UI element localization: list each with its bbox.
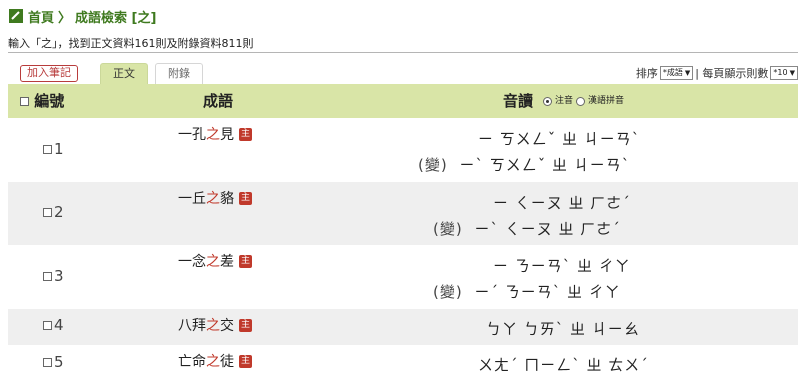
pronunciation-variant: ㄧˊ ㄋㄧㄢˋ ㄓ ㄔㄚ [474, 283, 621, 301]
row-checkbox[interactable] [43, 207, 52, 217]
row-number-value: 3 [54, 267, 64, 285]
table-header: 編號 成語 音讀 注音 漢語拼音 [8, 84, 798, 118]
idiom-post: 貉 [220, 191, 234, 207]
row-number-value: 2 [54, 203, 64, 221]
row-number-value: 4 [54, 316, 64, 334]
pinyin-radio-label: 漢語拼音 [588, 96, 625, 106]
chevron-down-icon: ▼ [789, 69, 795, 77]
pronunciation-line: ㄨㄤˊ ㄇㄧㄥˋ ㄓ ㄊㄨˊ [478, 356, 649, 374]
idiom-post: 差 [220, 254, 234, 270]
pronunciation-line: ㄅㄚ ㄅㄞˋ ㄓ ㄐㄧㄠ [486, 320, 640, 338]
idiom-entry: 一孔之見 主 [178, 124, 252, 144]
chevron-down-icon: ▼ [684, 69, 691, 77]
idiom-post: 徒 [220, 354, 234, 370]
zhuyin-radio[interactable] [543, 96, 553, 106]
table-row: 4 八拜之交 主 ㄅㄚ ㄅㄞˋ ㄓ ㄐㄧㄠ [8, 309, 798, 345]
tab-appendix[interactable]: 附錄 [155, 63, 203, 84]
idiom-link[interactable]: 一念之差 [178, 251, 234, 271]
idiom-pre: 八拜 [178, 318, 206, 334]
row-number: 1 [43, 140, 64, 158]
idiom-zhi: 之 [206, 191, 220, 207]
row-number: 4 [43, 316, 64, 334]
row-checkbox[interactable] [43, 357, 52, 367]
per-page-label: | 每頁顯示則數 [695, 67, 769, 80]
idiom-entry: 八拜之交 主 [178, 315, 252, 335]
result-toolbar: 加入筆記 正文 附錄 排序 *成語 ▼ | 每頁顯示則數 *10 ▼ [8, 62, 798, 84]
idiom-pre: 一孔 [178, 127, 206, 143]
pronunciation-variant-line: (變) ㄧˋ ㄑㄧㄡ ㄓ ㄏㄜˊ [433, 218, 621, 239]
select-all-checkbox[interactable] [20, 97, 29, 106]
idiom-pre: 亡命 [178, 354, 206, 370]
idiom-zhi: 之 [206, 318, 220, 334]
idiom-link[interactable]: 一孔之見 [178, 124, 234, 144]
idiom-zhi: 之 [206, 127, 220, 143]
per-page-select-value: *10 [773, 68, 788, 77]
row-number-value: 1 [54, 140, 64, 158]
table-row: 2 一丘之貉 主 ㄧ ㄑㄧㄡ ㄓ ㄏㄜˊ (變) ㄧˋ ㄑㄧㄡ ㄓ ㄏㄜˊ [8, 182, 798, 245]
column-header-pronunciation: 音讀 注音 漢語拼音 [503, 84, 624, 118]
sort-select[interactable]: *成語 ▼ [659, 66, 694, 80]
idiom-entry: 一念之差 主 [178, 251, 252, 271]
pronunciation-variant: ㄧˋ ㄎㄨㄥˇ ㄓ ㄐㄧㄢˋ [459, 156, 631, 174]
row-number: 3 [43, 267, 64, 285]
breadcrumb-separator: 〉 [58, 10, 72, 26]
idiom-link[interactable]: 亡命之徒 [178, 351, 234, 371]
per-page-select[interactable]: *10 ▼ [770, 66, 798, 80]
idiom-zhi: 之 [206, 254, 220, 270]
sort-controls: 排序 *成語 ▼ | 每頁顯示則數 *10 ▼ [636, 65, 798, 81]
idiom-entry: 亡命之徒 主 [178, 351, 252, 371]
idiom-post: 見 [220, 127, 234, 143]
sort-label: 排序 [635, 67, 658, 80]
column-header-idiom: 成語 [203, 92, 234, 110]
breadcrumb: 首頁 〉 成語檢索 [之] [8, 6, 156, 26]
tab-main-text[interactable]: 正文 [100, 63, 148, 84]
breadcrumb-current: 成語檢索 [之] [75, 10, 157, 26]
row-checkbox[interactable] [43, 271, 52, 281]
row-number: 2 [43, 203, 64, 221]
add-note-button[interactable]: 加入筆記 [20, 65, 78, 82]
row-number-value: 5 [54, 353, 64, 371]
idiom-post: 交 [220, 318, 234, 334]
variant-label: (變) [433, 220, 463, 238]
row-checkbox[interactable] [43, 144, 52, 154]
zhuyin-radio-label: 注音 [555, 96, 574, 106]
column-header-pronunciation-label: 音讀 [503, 92, 534, 110]
pronunciation-variant-line: (變) ㄧˊ ㄋㄧㄢˋ ㄓ ㄔㄚ [433, 281, 621, 302]
idiom-zhi: 之 [206, 354, 220, 370]
divider [8, 52, 798, 53]
idiom-link[interactable]: 八拜之交 [178, 315, 234, 335]
row-checkbox[interactable] [43, 320, 52, 330]
variant-label: (變) [433, 283, 463, 301]
book-icon [9, 9, 23, 23]
column-header-number: 編號 [20, 84, 64, 118]
pronunciation-variant: ㄧˋ ㄑㄧㄡ ㄓ ㄏㄜˊ [474, 220, 621, 238]
table-row: 3 一念之差 主 ㄧ ㄋㄧㄢˋ ㄓ ㄔㄚ (變) ㄧˊ ㄋㄧㄢˋ ㄓ ㄔㄚ [8, 245, 798, 309]
table-row: 1 一孔之見 主 ㄧ ㄎㄨㄥˇ ㄓ ㄐㄧㄢˋ (變) ㄧˋ ㄎㄨㄥˇ ㄓ ㄐㄧㄢ… [8, 118, 798, 182]
variant-label: (變) [418, 156, 448, 174]
pronunciation-line: ㄧ ㄑㄧㄡ ㄓ ㄏㄜˊ [493, 194, 631, 212]
pinyin-radio[interactable] [576, 96, 586, 106]
breadcrumb-home-link[interactable]: 首頁 [28, 7, 54, 26]
idiom-pre: 一丘 [178, 191, 206, 207]
main-entry-badge: 主 [239, 318, 252, 332]
search-summary: 輸入「之」，找到正文資料161則及附錄資料811則 [8, 37, 254, 50]
idiom-link[interactable]: 一丘之貉 [178, 188, 234, 208]
sort-select-value: *成語 [662, 68, 683, 77]
pronunciation-mode-radios: 注音 漢語拼音 [543, 84, 624, 118]
main-entry-badge: 主 [239, 354, 252, 368]
idiom-entry: 一丘之貉 主 [178, 188, 252, 208]
table-row: 5 亡命之徒 主 ㄨㄤˊ ㄇㄧㄥˋ ㄓ ㄊㄨˊ [8, 345, 798, 382]
column-header-number-label: 編號 [34, 92, 65, 110]
idiom-pre: 一念 [178, 254, 206, 270]
pronunciation-line: ㄧ ㄎㄨㄥˇ ㄓ ㄐㄧㄢˋ [478, 130, 641, 148]
pronunciation-line: ㄧ ㄋㄧㄢˋ ㄓ ㄔㄚ [493, 257, 631, 275]
main-entry-badge: 主 [239, 127, 252, 141]
main-entry-badge: 主 [239, 254, 252, 268]
pronunciation-variant-line: (變) ㄧˋ ㄎㄨㄥˇ ㄓ ㄐㄧㄢˋ [418, 154, 630, 175]
main-entry-badge: 主 [239, 191, 252, 205]
row-number: 5 [43, 353, 64, 371]
